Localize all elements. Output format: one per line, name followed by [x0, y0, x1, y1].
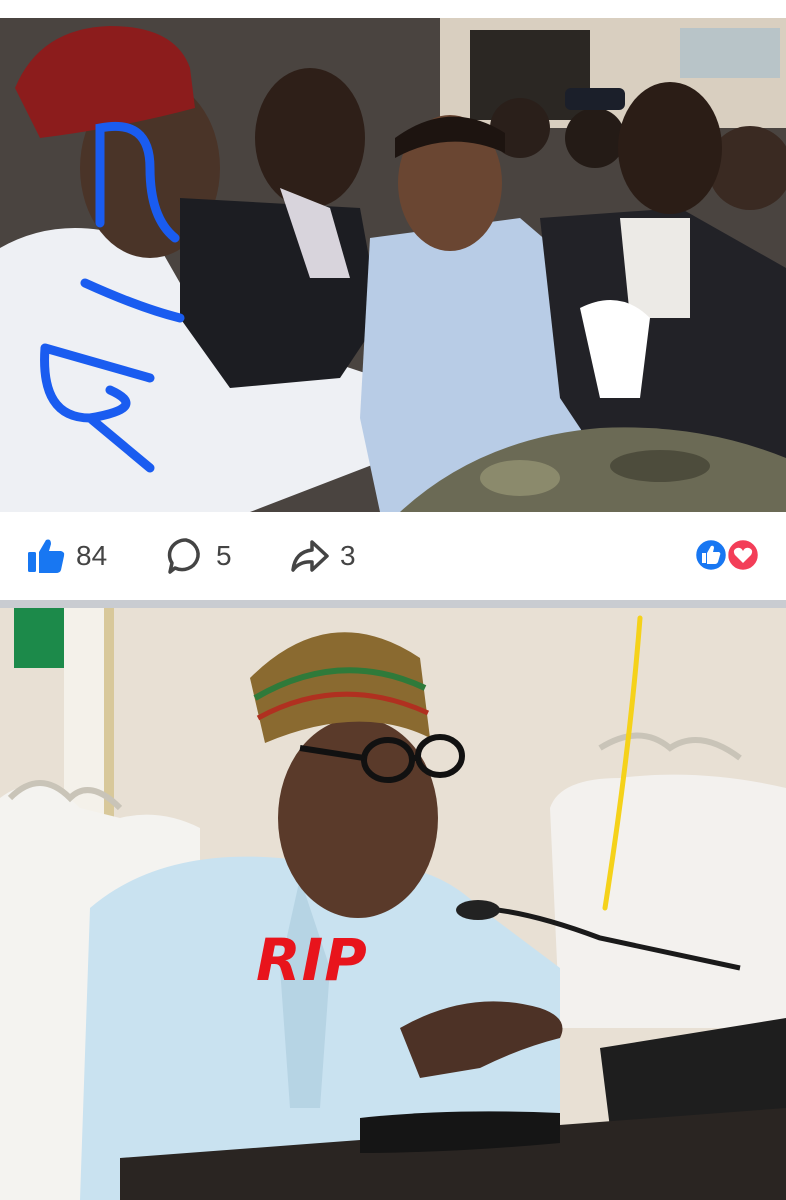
- like-reaction-icon: [693, 538, 729, 572]
- like-icon: [26, 536, 66, 576]
- comment-icon: [166, 536, 206, 576]
- comment-count: 5: [216, 540, 232, 571]
- post-photo-2[interactable]: [0, 608, 786, 1200]
- share-button[interactable]: 3: [290, 536, 356, 576]
- love-reaction-icon: [725, 538, 761, 572]
- share-icon: [290, 536, 330, 576]
- post-action-bar: 84 5 3: [0, 512, 786, 600]
- comment-button[interactable]: 5: [166, 536, 232, 576]
- rip-overlay-text: RIP: [256, 926, 368, 994]
- top-bar: [0, 0, 786, 19]
- post-divider: [0, 600, 786, 608]
- like-count: 84: [76, 540, 108, 571]
- like-button[interactable]: 84: [26, 536, 107, 576]
- post-photo-1[interactable]: [0, 18, 786, 512]
- reaction-summary[interactable]: [692, 538, 762, 572]
- share-count: 3: [340, 540, 356, 571]
